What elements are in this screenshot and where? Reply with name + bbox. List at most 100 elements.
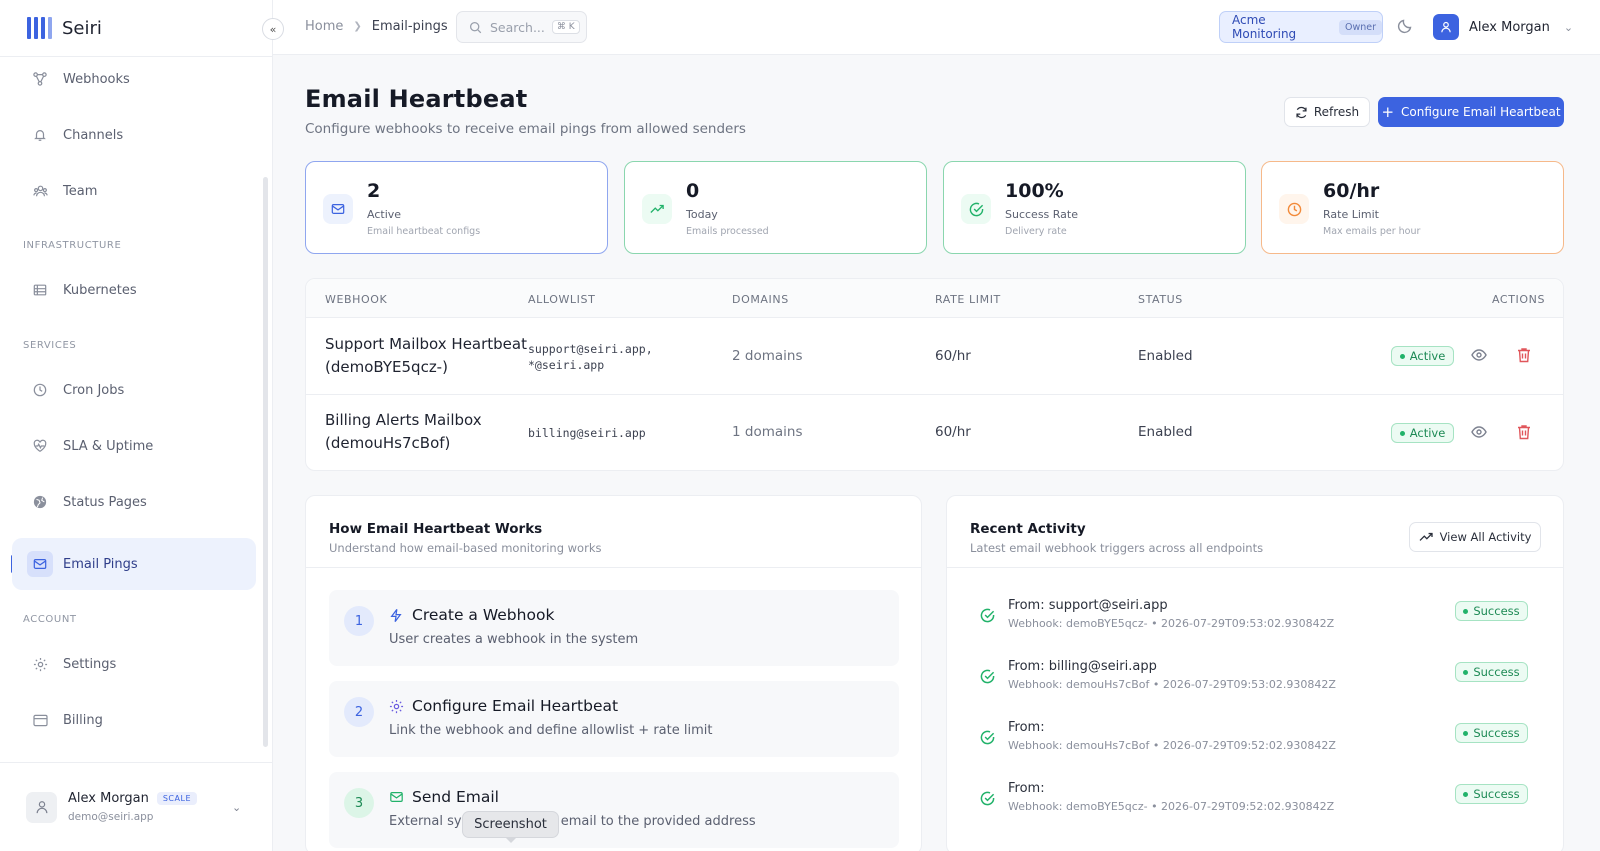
check-circle-icon [961,194,991,224]
table-row[interactable]: Billing Alerts Mailbox (demouHs7cBof) bi… [306,395,1563,472]
theme-toggle-button[interactable] [1397,18,1413,38]
org-name: Acme Monitoring [1232,13,1297,41]
page-subtitle: Configure webhooks to receive email ping… [305,121,746,137]
status-badge-label: Active [1409,349,1446,363]
sidebar-user-name-row: Alex Morgan SCALE [68,791,197,806]
status: Enabled [1138,424,1193,440]
user-icon [1441,21,1451,33]
sidebar-item-settings[interactable]: Settings [12,638,256,690]
breadcrumb-current: Email-pings [371,19,448,34]
step-desc: User creates a webhook in the system [389,632,639,647]
sidebar-item-label: Settings [63,656,117,672]
view-all-label: View All Activity [1439,530,1532,544]
activity-from: From: support@seiri.app [1008,598,1168,613]
activity-item[interactable]: From: Webhook: demouHs7cBof • 2026-07-29… [947,720,1563,780]
sidebar-item-channels[interactable]: Channels [12,109,256,161]
step-title: Send Email [412,788,499,806]
sidebar-item-label: Status Pages [63,494,147,510]
domains: 1 domains [732,424,803,440]
status-badge: Success [1455,723,1528,743]
org-role-badge: Owner [1338,19,1382,35]
activity-meta: Webhook: demouHs7cBof • 2026-07-29T09:53… [1008,678,1336,691]
configure-email-heartbeat-button[interactable]: + Configure Email Heartbeat [1378,97,1564,127]
check-circle-icon [980,791,995,810]
delete-button[interactable] [1517,347,1531,367]
moon-icon [1397,19,1412,34]
status-badge: Active [1391,346,1454,366]
refresh-label: Refresh [1313,105,1360,119]
step-card: 3 Send Email External system sends an em… [329,772,899,848]
step-title: Configure Email Heartbeat [412,697,619,715]
stat-value: 100% [1005,180,1064,202]
sidebar-item-team[interactable]: Team [12,165,256,217]
stat-value: 0 [686,180,700,202]
activity-from: From: [1008,720,1045,735]
topbar: Home ❯ Email-pings Search... ⌘ K Acme Mo… [273,0,1600,55]
stat-card-active: 2 Active Email heartbeat configs [305,161,608,254]
search-input[interactable]: Search... ⌘ K [456,11,587,43]
table-header: WEBHOOK ALLOWLIST DOMAINS RATE LIMIT STA… [306,279,1563,318]
activity-item[interactable]: From: Webhook: demoBYE5qcz- • 2026-07-29… [947,781,1563,841]
stat-label: Active [367,208,402,221]
view-all-activity-button[interactable]: View All Activity [1409,522,1541,552]
sidebar-item-cron-jobs[interactable]: Cron Jobs [12,364,256,416]
sidebar-user-menu[interactable]: Alex Morgan SCALE demo@seiri.app ⌄ [0,762,272,851]
delete-button[interactable] [1517,424,1531,444]
sidebar-item-webhooks[interactable]: Webhooks [12,53,256,105]
bell-icon [32,127,48,143]
activity-from: From: [1008,781,1045,796]
view-button[interactable] [1471,347,1487,367]
stat-sub: Max emails per hour [1323,226,1421,237]
recent-activity-panel: Recent Activity Latest email webhook tri… [946,495,1564,851]
table-row[interactable]: Support Mailbox Heartbeat (demoBYE5qcz-)… [306,318,1563,395]
chevron-right-icon: ❯ [353,21,362,32]
sidebar-item-sla-uptime[interactable]: SLA & Uptime [12,420,256,472]
panel-subtitle: Latest email webhook triggers across all… [970,541,1264,555]
configure-label: Configure Email Heartbeat [1401,105,1561,119]
status: Enabled [1138,348,1193,364]
card-icon [32,712,48,728]
sidebar-item-email-pings[interactable]: Email Pings [12,538,256,590]
sidebar-item-label: Cron Jobs [63,382,125,398]
col-domains: DOMAINS [732,293,789,306]
status-badge-label: Success [1473,726,1520,740]
activity-from: From: billing@seiri.app [1008,659,1157,674]
user-menu-button[interactable]: Alex Morgan ⌄ [1433,14,1573,40]
breadcrumb-home[interactable]: Home [305,19,343,34]
chevron-down-icon: ⌄ [1563,20,1574,34]
allowlist-entry: billing@seiri.app [528,426,646,440]
sidebar-item-label: Billing [63,712,103,728]
sidebar-scrollbar[interactable] [263,177,268,747]
stat-card-success-rate: 100% Success Rate Delivery rate [943,161,1246,254]
step-desc: Link the webhook and define allowlist + … [389,723,713,738]
status-badge-label: Success [1473,665,1520,679]
allowlist-entry: support@seiri.app, [528,342,653,356]
brand[interactable]: Seiri [0,0,272,57]
breadcrumb: Home ❯ Email-pings [305,19,448,34]
sidebar-item-billing[interactable]: Billing [12,694,256,746]
activity-item[interactable]: From: billing@seiri.app Webhook: demouHs… [947,659,1563,719]
check-circle-icon [980,730,995,749]
trending-up-icon [642,194,672,224]
org-switcher[interactable]: Acme Monitoring Owner [1219,11,1383,43]
status-dot [1463,730,1469,736]
clock-icon [1279,194,1309,224]
activity-meta: Webhook: demouHs7cBof • 2026-07-29T09:52… [1008,739,1336,752]
sidebar-item-label: Channels [63,127,124,143]
webhook-name-line: Billing Alerts Mailbox [325,411,482,429]
sidebar-item-label: Email Pings [63,556,138,572]
activity-item[interactable]: From: support@seiri.app Webhook: demoBYE… [947,598,1563,658]
webhook-name-line: Support Mailbox Heartbeat [325,335,527,353]
stat-card-today: 0 Today Emails processed [624,161,927,254]
status-badge: Success [1455,662,1528,682]
search-placeholder: Search... [490,19,545,35]
refresh-button[interactable]: Refresh [1284,97,1370,127]
sidebar-item-status-pages[interactable]: Status Pages [12,476,256,528]
sidebar-item-kubernetes[interactable]: Kubernetes [12,264,256,316]
globe-icon [32,494,48,510]
how-it-works-panel: How Email Heartbeat Works Understand how… [305,495,922,851]
view-button[interactable] [1471,424,1487,444]
step-number: 3 [344,788,374,818]
collapse-sidebar-button[interactable]: « [262,18,284,40]
screenshot-tooltip: Screenshot [462,811,559,838]
